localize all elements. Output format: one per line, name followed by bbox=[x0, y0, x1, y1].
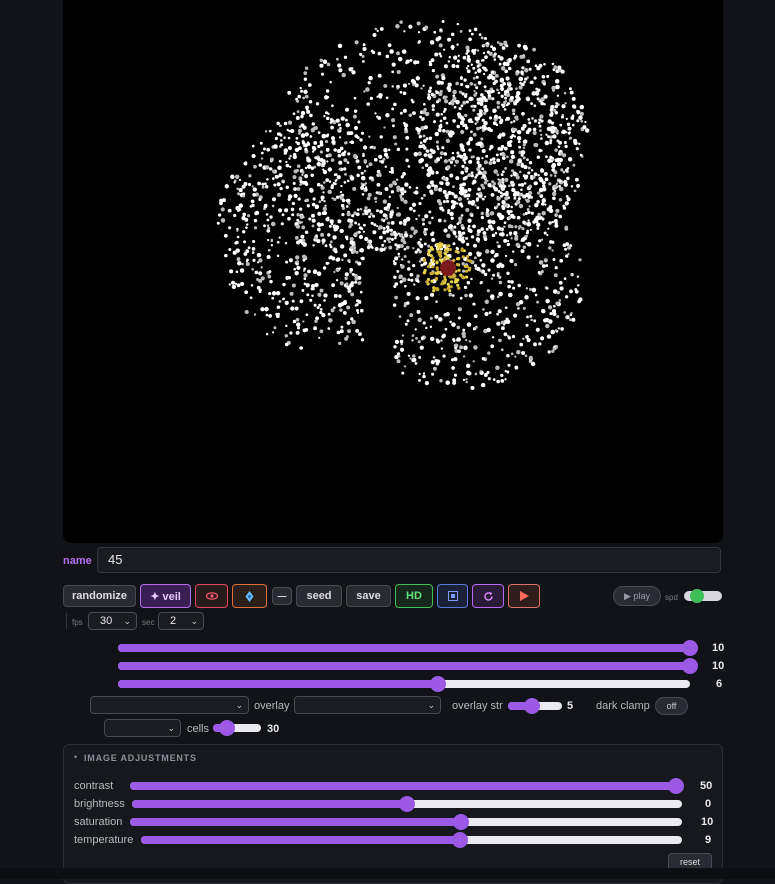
param-slider-3[interactable] bbox=[118, 676, 690, 692]
slider-thumb[interactable] bbox=[524, 698, 541, 714]
overlay-str-slider[interactable] bbox=[508, 698, 562, 714]
panel-title[interactable]: IMAGE ADJUSTMENTS bbox=[84, 753, 197, 763]
cells-select[interactable]: ⌄ bbox=[104, 719, 181, 737]
chevron-down-icon: ⌄ bbox=[190, 616, 198, 626]
chevron-down-icon: ⌄ bbox=[167, 723, 175, 733]
speed-label: spd bbox=[665, 593, 678, 602]
bottom-bar bbox=[0, 868, 775, 879]
param-value-3: 6 bbox=[716, 678, 723, 690]
sec-label: sec bbox=[142, 618, 155, 627]
randomize-button[interactable]: randomize bbox=[63, 585, 136, 607]
dot-art bbox=[216, 20, 590, 390]
contrast-slider[interactable] bbox=[130, 778, 684, 794]
name-label: name bbox=[63, 555, 92, 567]
render-canvas[interactable] bbox=[63, 0, 723, 543]
slider-thumb[interactable] bbox=[430, 676, 447, 692]
cells-slider[interactable] bbox=[213, 720, 261, 736]
brightness-value: 0 bbox=[705, 798, 712, 810]
param-slider-1[interactable] bbox=[118, 640, 698, 656]
drop-icon bbox=[245, 590, 254, 602]
speed-toggle-knob bbox=[690, 589, 704, 603]
slider-thumb[interactable] bbox=[219, 720, 236, 736]
fps-label: fps bbox=[72, 618, 83, 627]
cells-label: cells bbox=[187, 723, 210, 735]
image-adjustments-panel: • IMAGE ADJUSTMENTS contrast 50 brightne… bbox=[63, 744, 723, 884]
name-input[interactable]: 45 bbox=[97, 547, 721, 573]
slider-fill bbox=[130, 782, 676, 790]
dark-clamp-toggle[interactable]: off bbox=[655, 697, 688, 715]
brightness-slider[interactable] bbox=[132, 796, 682, 812]
hd-button[interactable]: HD bbox=[395, 584, 433, 608]
chevron-down-icon: ⌄ bbox=[235, 700, 243, 710]
param-slider-2[interactable] bbox=[118, 658, 698, 674]
contrast-value: 50 bbox=[700, 780, 713, 792]
fps-value: 30 bbox=[100, 615, 113, 627]
drop-button[interactable] bbox=[232, 584, 267, 608]
slider-fill bbox=[141, 836, 461, 844]
slider-fill bbox=[118, 680, 439, 688]
slider-thumb[interactable] bbox=[682, 658, 698, 674]
slider-thumb[interactable] bbox=[399, 796, 415, 812]
eye-icon bbox=[205, 592, 218, 600]
chevron-down-icon: ⌄ bbox=[123, 616, 131, 626]
overlay-str-label: overlay str bbox=[452, 700, 503, 712]
name-row: name 45 bbox=[63, 547, 723, 573]
slider-thumb[interactable] bbox=[668, 778, 684, 794]
slider-thumb[interactable] bbox=[682, 640, 698, 656]
slider-fill bbox=[132, 800, 407, 808]
temperature-label: temperature bbox=[74, 834, 134, 846]
overlay-str-value: 5 bbox=[567, 700, 574, 712]
temperature-slider[interactable] bbox=[141, 832, 682, 848]
sec-value: 2 bbox=[170, 615, 177, 627]
slider-fill bbox=[118, 644, 690, 652]
chevron-down-icon: ⌄ bbox=[427, 700, 435, 710]
speed-toggle[interactable] bbox=[684, 589, 722, 603]
refresh-icon bbox=[483, 591, 493, 601]
sec-select[interactable]: 2 ⌄ bbox=[158, 612, 204, 630]
slider-fill bbox=[118, 662, 690, 670]
overlay-select[interactable]: ⌄ bbox=[294, 696, 441, 714]
saturation-value: 10 bbox=[701, 816, 714, 828]
saturation-label: saturation bbox=[74, 816, 123, 828]
temperature-value: 9 bbox=[705, 834, 712, 846]
dark-clamp-label: dark clamp bbox=[596, 700, 650, 712]
fps-select[interactable]: 30 ⌄ bbox=[88, 612, 137, 630]
save-button[interactable]: save bbox=[346, 585, 391, 607]
blend-select[interactable]: ⌄ bbox=[90, 696, 249, 714]
seed-button[interactable]: seed bbox=[296, 585, 342, 607]
cells-value: 30 bbox=[267, 723, 280, 735]
brightness-label: brightness bbox=[74, 798, 125, 810]
slider-thumb[interactable] bbox=[453, 814, 470, 830]
eye-button[interactable] bbox=[195, 584, 228, 608]
saturation-slider[interactable] bbox=[130, 814, 682, 830]
slider-fill bbox=[130, 818, 462, 826]
contrast-label: contrast bbox=[74, 780, 114, 792]
param-value-1: 10 bbox=[712, 642, 725, 654]
play-triangle-icon bbox=[519, 591, 529, 601]
dash-button[interactable]: — bbox=[272, 587, 292, 605]
param-value-2: 10 bbox=[712, 660, 725, 672]
record-button[interactable] bbox=[508, 584, 540, 608]
collapse-bullet[interactable]: • bbox=[74, 752, 77, 762]
slider-thumb[interactable] bbox=[452, 832, 469, 848]
frame-button[interactable] bbox=[437, 584, 468, 608]
play-button[interactable]: ▶ play bbox=[613, 586, 661, 606]
divider bbox=[66, 613, 67, 629]
overlay-label: overlay bbox=[254, 700, 290, 712]
veil-button[interactable]: ✦ veil bbox=[140, 584, 191, 608]
refresh-button[interactable] bbox=[472, 584, 504, 608]
frame-icon bbox=[447, 591, 458, 601]
